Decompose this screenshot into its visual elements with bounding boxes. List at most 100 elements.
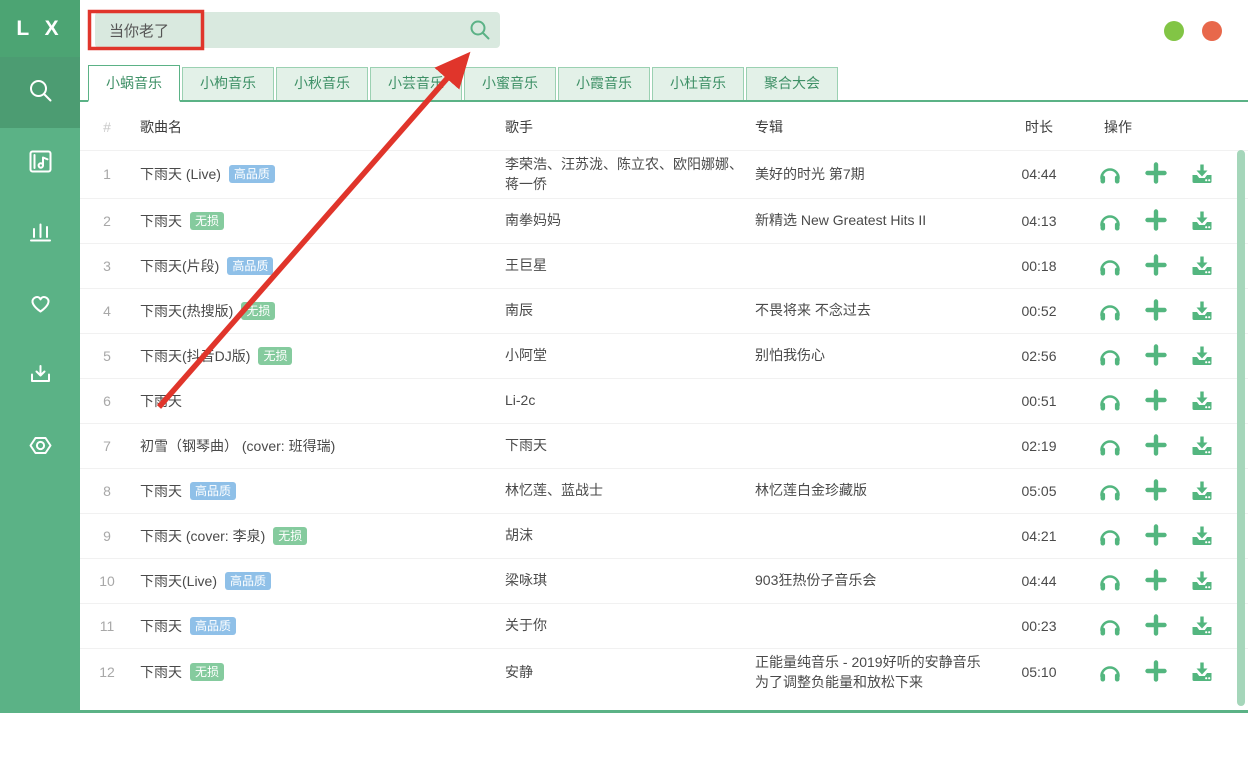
row-index: 2 (80, 213, 134, 229)
play-listen-button[interactable] (1098, 162, 1122, 186)
sidebar-item-favorites[interactable] (0, 270, 80, 341)
table-row[interactable]: 4 下雨天(热搜版)无损 南辰 不畏将来 不念过去 00:52 (80, 288, 1248, 333)
search-button[interactable] (466, 17, 494, 45)
download-song-button[interactable] (1190, 209, 1214, 233)
tab-source-2[interactable]: 小秋音乐 (276, 67, 368, 100)
song-table-header: # 歌曲名 歌手 专辑 时长 操作 (80, 104, 1248, 150)
table-row[interactable]: 10 下雨天(Live)高品质 梁咏琪 903狂热份子音乐会 04:44 (80, 558, 1248, 603)
add-to-list-button[interactable] (1144, 614, 1168, 638)
add-to-list-button[interactable] (1144, 434, 1168, 458)
tab-label: 小秋音乐 (294, 75, 350, 91)
artist-name: 关于你 (499, 615, 749, 635)
add-to-list-button[interactable] (1144, 254, 1168, 278)
add-to-list-button[interactable] (1144, 162, 1168, 186)
play-listen-button[interactable] (1098, 660, 1122, 684)
download-song-button[interactable] (1190, 162, 1214, 186)
table-row[interactable]: 7 初雪（钢琴曲） (cover: 班得瑞) 下雨天 02:19 (80, 423, 1248, 468)
tab-source-7[interactable]: 聚合大会 (746, 67, 838, 100)
row-index: 7 (80, 438, 134, 454)
download-song-button[interactable] (1190, 660, 1214, 684)
row-index: 8 (80, 483, 134, 499)
song-name: 下雨天 (140, 393, 182, 409)
header-actions: 操作 (1074, 117, 1248, 137)
download-song-button[interactable] (1190, 389, 1214, 413)
tab-source-5[interactable]: 小霞音乐 (558, 67, 650, 100)
tab-label: 小霞音乐 (576, 75, 632, 91)
album-name: 美好的时光 第7期 (749, 164, 1004, 184)
add-to-list-button[interactable] (1144, 660, 1168, 684)
plus-icon (1145, 579, 1167, 594)
table-row[interactable]: 12 下雨天无损 安静 正能量纯音乐 - 2019好听的安静音乐为了调整负能量和… (80, 648, 1248, 696)
quality-badge: 高品质 (225, 572, 271, 590)
music-list-icon (27, 148, 54, 180)
table-row[interactable]: 11 下雨天高品质 关于你 00:23 (80, 603, 1248, 648)
table-row[interactable]: 3 下雨天(片段)高品质 王巨星 00:18 (80, 243, 1248, 288)
add-to-list-button[interactable] (1144, 344, 1168, 368)
play-listen-button[interactable] (1098, 254, 1122, 278)
download-song-button[interactable] (1190, 299, 1214, 323)
add-to-list-button[interactable] (1144, 479, 1168, 503)
table-row[interactable]: 1 下雨天 (Live)高品质 李荣浩、汪苏泷、陈立农、欧阳娜娜、蒋一侨 美好的… (80, 150, 1248, 198)
download-song-button[interactable] (1190, 614, 1214, 638)
quality-badge: 高品质 (227, 257, 273, 275)
plus-icon (1145, 309, 1167, 324)
song-name: 下雨天(Live) (140, 573, 217, 589)
sidebar-item-settings[interactable] (0, 412, 80, 483)
table-row[interactable]: 9 下雨天 (cover: 李泉)无损 胡沫 04:21 (80, 513, 1248, 558)
table-row[interactable]: 5 下雨天(抖音DJ版)无损 小阿堂 别怕我伤心 02:56 (80, 333, 1248, 378)
tab-source-4[interactable]: 小蜜音乐 (464, 67, 556, 100)
tab-source-3[interactable]: 小芸音乐 (370, 67, 462, 100)
sidebar-item-search[interactable] (0, 57, 80, 128)
add-to-list-button[interactable] (1144, 524, 1168, 548)
add-to-list-button[interactable] (1144, 569, 1168, 593)
play-listen-button[interactable] (1098, 434, 1122, 458)
download-icon (1190, 356, 1214, 371)
tab-source-1[interactable]: 小枸音乐 (182, 67, 274, 100)
main-area: 小蜗音乐 小枸音乐 小秋音乐 小芸音乐 小蜜音乐 小霞音乐 小杜音乐 聚合大会 … (80, 0, 1248, 710)
minimize-button[interactable] (1164, 21, 1184, 41)
download-song-button[interactable] (1190, 434, 1214, 458)
play-listen-button[interactable] (1098, 479, 1122, 503)
table-scrollbar-thumb[interactable] (1237, 150, 1245, 706)
play-listen-button[interactable] (1098, 524, 1122, 548)
play-listen-button[interactable] (1098, 569, 1122, 593)
headphone-icon (1098, 401, 1122, 416)
sidebar-item-leaderboard[interactable] (0, 199, 80, 270)
row-index: 5 (80, 348, 134, 364)
download-song-button[interactable] (1190, 524, 1214, 548)
download-song-button[interactable] (1190, 344, 1214, 368)
song-duration: 00:23 (1004, 618, 1074, 634)
play-listen-button[interactable] (1098, 389, 1122, 413)
artist-name: Li-2c (499, 390, 749, 410)
play-listen-button[interactable] (1098, 209, 1122, 233)
artist-name: 南拳妈妈 (499, 210, 749, 230)
download-song-button[interactable] (1190, 569, 1214, 593)
play-listen-button[interactable] (1098, 614, 1122, 638)
sidebar-item-songlist[interactable] (0, 128, 80, 199)
close-button[interactable] (1202, 21, 1222, 41)
sidebar-item-downloads[interactable] (0, 341, 80, 412)
search-input[interactable] (95, 12, 455, 48)
song-name: 下雨天 (Live) (140, 166, 221, 182)
table-row[interactable]: 2 下雨天无损 南拳妈妈 新精选 New Greatest Hits II 04… (80, 198, 1248, 243)
quality-badge: 高品质 (229, 165, 275, 183)
add-to-list-button[interactable] (1144, 389, 1168, 413)
song-duration: 04:21 (1004, 528, 1074, 544)
table-row[interactable]: 8 下雨天高品质 林忆莲、蓝战士 林忆莲白金珍藏版 05:05 (80, 468, 1248, 513)
download-song-button[interactable] (1190, 479, 1214, 503)
artist-name: 李荣浩、汪苏泷、陈立农、欧阳娜娜、蒋一侨 (499, 154, 749, 195)
song-duration: 04:44 (1004, 573, 1074, 589)
table-row[interactable]: 6 下雨天 Li-2c 00:51 (80, 378, 1248, 423)
play-listen-button[interactable] (1098, 299, 1122, 323)
add-to-list-button[interactable] (1144, 209, 1168, 233)
download-song-button[interactable] (1190, 254, 1214, 278)
tab-label: 小芸音乐 (388, 75, 444, 91)
headphone-icon (1098, 446, 1122, 461)
artist-name: 下雨天 (499, 435, 749, 455)
play-listen-button[interactable] (1098, 344, 1122, 368)
song-duration: 05:10 (1004, 664, 1074, 680)
song-duration: 00:51 (1004, 393, 1074, 409)
add-to-list-button[interactable] (1144, 299, 1168, 323)
tab-source-6[interactable]: 小杜音乐 (652, 67, 744, 100)
tab-source-0[interactable]: 小蜗音乐 (88, 65, 180, 102)
